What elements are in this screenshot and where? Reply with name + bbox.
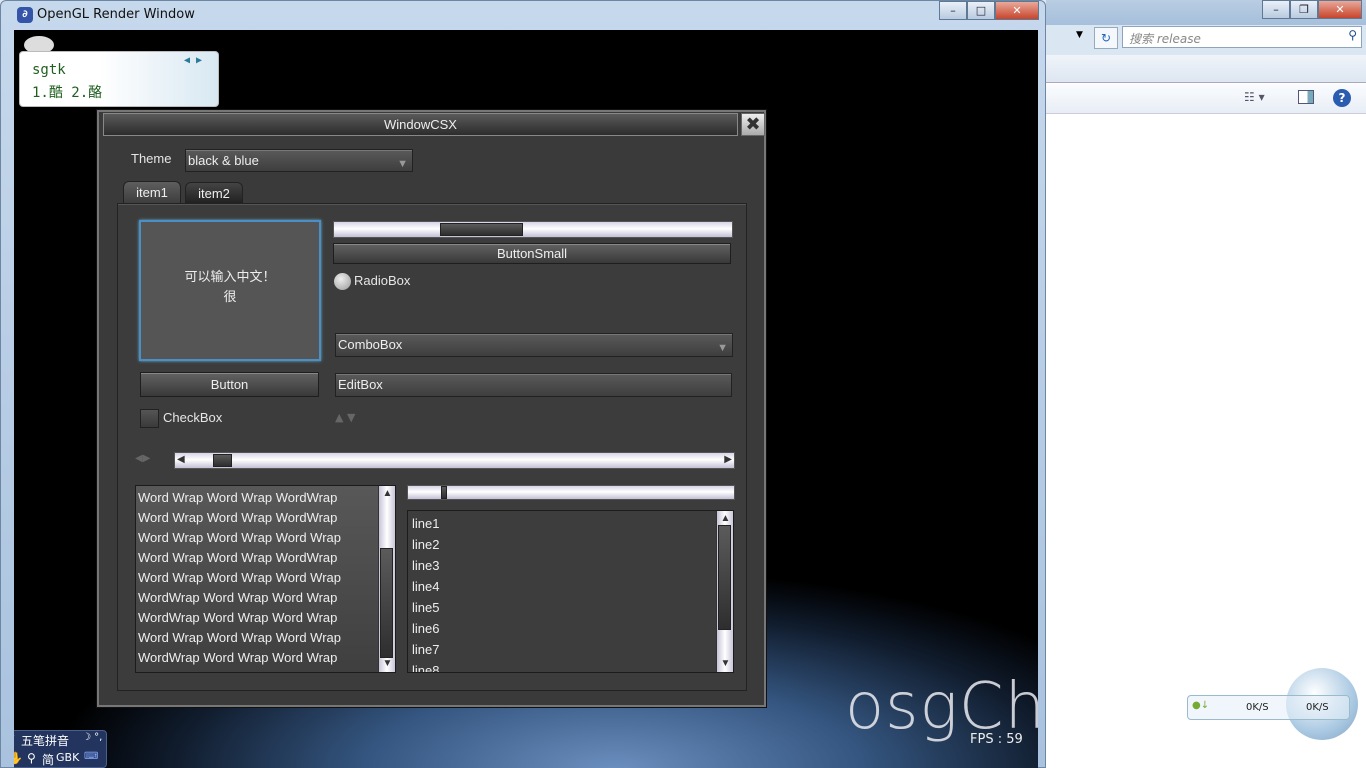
upload-speed: 0K/S [1306,702,1329,713]
ime-input: sgtk [32,62,66,78]
wordwrap-line: Word Wrap Word Wrap Word Wrap [138,630,342,645]
theme-combo[interactable]: black & blue ▼ [185,149,413,172]
expand-icon[interactable]: ⌃ [14,733,16,744]
list-item[interactable]: line8 [412,660,733,672]
list-item[interactable]: line7 [412,639,733,660]
view-options-icon[interactable]: ☷ ▾ [1244,90,1265,104]
editbox[interactable]: EditBox [335,373,732,397]
maximize-button[interactable]: □ [967,1,995,20]
tab-item1[interactable]: item1 [123,181,181,204]
editbox-value: EditBox [338,377,383,392]
window-csx-dialog: WindowCSX ✖ Theme black & blue ▼ item1 it… [97,110,766,707]
listbox[interactable]: line1 line2 line3 line4 line5 line6 line7 line8… [407,510,734,673]
close-icon[interactable]: ✖ [741,113,765,136]
wordwrap-line: Word Wrap Word Wrap Word Wrap [138,530,342,545]
wordwrap-line: WordWrap Word Wrap Word Wrap [138,590,338,605]
wordwrap-line: Word Wrap Word Wrap WordWrap [138,510,338,525]
wordwrap-line: WordWrap Word Wrap Word Wrap [138,610,338,625]
wordwrap-line: Word Wrap Word Wrap WordWrap [138,550,338,565]
dropdown-arrow-icon[interactable]: ▼ [1076,30,1083,40]
tab-panel: 可以输入中文！ 很 ButtonSmall RadioBox ComboBox ▼… [117,203,747,691]
theme-label: Theme [131,151,172,166]
scroll-up-icon[interactable]: ▲ [381,488,394,500]
wordwrap-line: Word Wrap Word Wrap WordWrap [138,490,338,505]
explorer-window-controls: – ❐ ✕ [1262,0,1362,19]
chevron-down-icon: ▼ [717,342,728,354]
hand-icon[interactable]: ✋ [14,751,23,765]
vertical-scrollbar[interactable]: ▲ ▼ [378,486,395,672]
vertical-scrollbar[interactable]: ▲ ▼ [716,511,733,672]
close-button[interactable]: ✕ [995,1,1039,20]
app-icon: ∂ [17,7,33,23]
wordwrap-line: Word Wrap Word Wrap Word Wrap [138,570,342,585]
radio-icon[interactable] [334,273,351,290]
ime-charset[interactable]: GBK [56,751,79,764]
ime-mode[interactable]: 五笔拼音 [21,732,69,749]
scroll-down-icon[interactable]: ▼ [719,658,732,670]
list-item[interactable]: line2 [412,534,733,555]
list-item[interactable]: line6 [412,618,733,639]
horizontal-scrollbar[interactable]: ◀ ▶ [174,452,735,469]
scroll-up-icon[interactable]: ▲ [719,513,732,525]
wordwrap-textbox[interactable]: Word Wrap Word Wrap WordWrap Word Wrap Wo… [135,485,396,673]
scroll-thumb[interactable] [213,454,232,467]
checkbox-label[interactable]: CheckBox [163,410,222,425]
scroll-left-icon[interactable]: ◀ [177,454,185,465]
tab-item2[interactable]: item2 [185,182,243,205]
window-title: OpenGL Render Window [37,7,195,22]
textarea-line: 可以输入中文！ [184,270,276,285]
chevron-down-icon: ▼ [397,158,408,170]
explorer-window: – ❐ ✕ ▼ ↻ 搜索 release ⚲ ☷ ▾ ? ●↓ 0K/S 0K/… [1046,0,1366,768]
punctuation-icon[interactable]: ☽ °, [82,732,102,743]
search-icon[interactable]: ⚲ [27,751,36,765]
slider-thumb[interactable] [440,223,523,236]
wordwrap-line: WordWrap Word Wrap Word Wrap [138,650,338,665]
search-icon[interactable]: ⚲ [1348,28,1357,42]
ime-candidates[interactable]: 1.酷 2.酪 [32,82,102,102]
page-arrows-icon[interactable]: ◀ ▶ [184,55,202,66]
ime-candidate-window: sgtk 1.酷 2.酪 ◀ ▶ [19,51,219,107]
scroll-thumb[interactable] [380,548,393,658]
slider-thumb[interactable] [441,486,447,499]
list-item[interactable]: line3 [412,555,733,576]
search-input[interactable]: 搜索 release ⚲ [1122,26,1362,48]
list-item[interactable]: line5 [412,597,733,618]
list-item[interactable]: line4 [412,576,733,597]
minimize-button[interactable]: – [1262,0,1290,19]
download-speed: 0K/S [1246,702,1269,713]
checkbox[interactable] [140,409,159,428]
refresh-icon[interactable]: ↻ [1094,27,1118,49]
net-speed-widget: ●↓ 0K/S 0K/S [1187,695,1350,720]
keyboard-icon[interactable]: ⌨ [84,751,98,762]
fps-counter: FPS : 59 [970,732,1023,747]
spinner-arrows-icon[interactable]: ◀▶ [135,453,150,464]
help-icon[interactable]: ? [1333,89,1351,107]
scroll-thumb[interactable] [718,525,731,630]
button[interactable]: Button [140,372,319,397]
ime-lang[interactable]: 简 [42,751,54,768]
list-item[interactable]: line1 [412,513,733,534]
network-icon: ●↓ [1192,700,1210,711]
scroll-down-icon[interactable]: ▼ [381,658,394,670]
button-small[interactable]: ButtonSmall [333,243,731,264]
preview-pane-icon[interactable] [1298,90,1314,104]
combobox[interactable]: ComboBox ▼ [335,333,733,357]
small-slider[interactable] [407,485,735,500]
close-button[interactable]: ✕ [1318,0,1362,19]
restore-button[interactable]: ❐ [1290,0,1318,19]
textarea-line: 很 [223,290,237,305]
spinner-arrows-icon[interactable]: ▲ ▼ [335,411,355,424]
ime-status-bar: ⌃ 五笔拼音 ☽ °, ✋ ⚲ 简 GBK ⌨ [14,730,107,768]
search-placeholder: 搜索 release [1129,32,1201,46]
multiline-textarea[interactable]: 可以输入中文！ 很 [139,220,321,361]
radio-label[interactable]: RadioBox [354,273,410,288]
top-slider[interactable] [333,221,733,238]
minimize-button[interactable]: – [939,1,967,20]
scroll-right-icon[interactable]: ▶ [724,454,732,465]
window-controls: – □ ✕ [939,1,1039,20]
theme-value: black & blue [188,153,259,168]
combobox-value: ComboBox [338,337,403,352]
dialog-title[interactable]: WindowCSX [103,113,738,136]
